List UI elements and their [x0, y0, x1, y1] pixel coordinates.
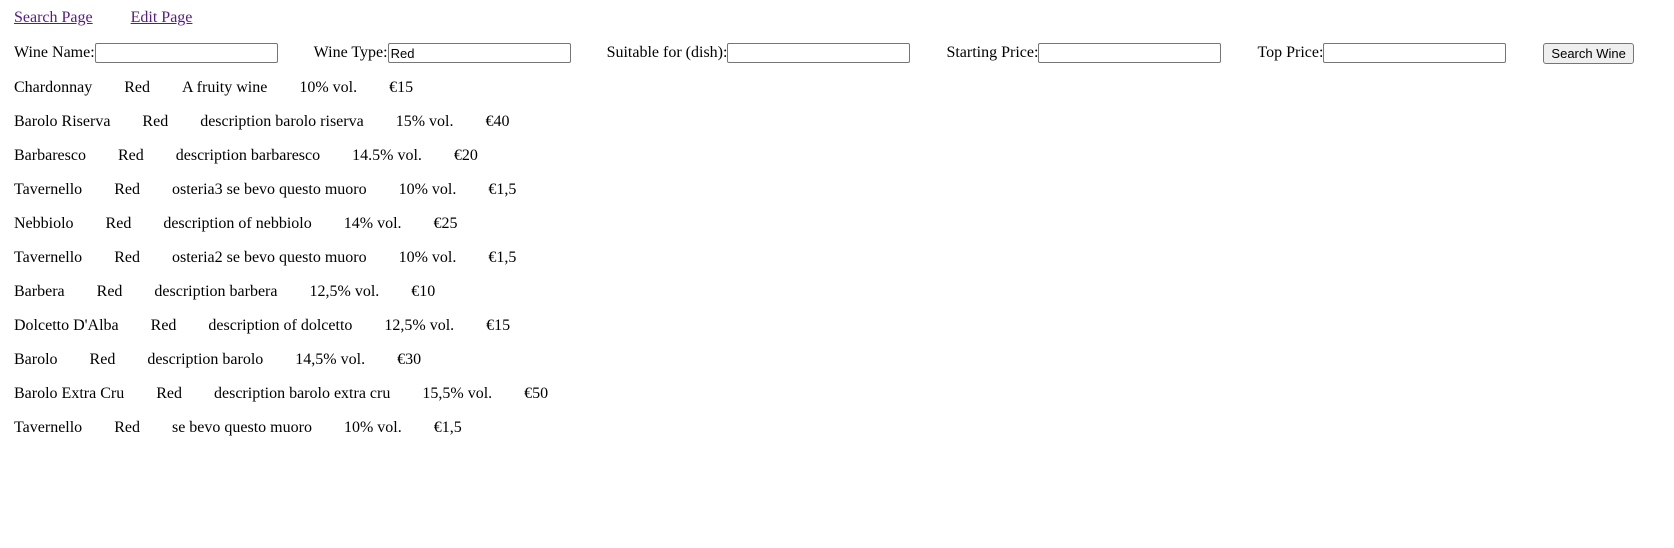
wine-price: €25 — [433, 215, 458, 232]
wine-abv: 12,5% vol. — [384, 317, 455, 334]
wine-price: €15 — [389, 79, 414, 96]
wine-name: Barbaresco — [14, 147, 86, 164]
wine-description: description of dolcetto — [208, 317, 353, 334]
wine-name: Barolo Extra Cru — [14, 385, 125, 402]
wine-name: Tavernello — [14, 181, 83, 198]
wine-price: €1,5 — [433, 419, 462, 436]
starting-price-input[interactable] — [1038, 43, 1222, 63]
wine-description: description barolo extra cru — [213, 385, 391, 402]
wine-type: Red — [105, 215, 132, 232]
wine-type: Red — [156, 385, 182, 402]
wine-type-label: Wine Type: — [313, 44, 388, 61]
wine-type: Red — [96, 283, 123, 300]
search-page-link[interactable]: Search Page — [14, 9, 93, 26]
wine-abv: 15% vol. — [395, 113, 454, 130]
list-item: Tavernello Red se bevo questo muoro 10% vol… — [14, 418, 580, 452]
wine-abv: 14.5% vol. — [352, 147, 422, 164]
list-item: Barbaresco Red description barbaresco 14.5%… — [14, 146, 580, 180]
wine-description: description barolo riserva — [200, 113, 364, 130]
wine-name-input[interactable] — [94, 43, 278, 63]
edit-page-link[interactable]: Edit Page — [131, 9, 193, 26]
wine-type-input[interactable] — [387, 43, 571, 63]
wine-description: description barbera — [154, 283, 278, 300]
wine-search-form: Wine Name: Wine Type: Suitable for (dish… — [14, 41, 1634, 65]
list-item: Nebbiolo Red description of nebbiolo 14% vo… — [14, 214, 580, 248]
dish-field: Suitable for (dish): — [607, 43, 911, 63]
wine-abv: 10% vol. — [343, 419, 402, 436]
list-item: Dolcetto D'Alba Red description of dolcett… — [14, 316, 580, 350]
wine-price: €30 — [397, 351, 422, 368]
top-price-field: Top Price: — [1257, 43, 1507, 63]
wine-type: Red — [114, 419, 140, 436]
wine-price: €20 — [453, 147, 478, 164]
wine-name-label: Wine Name: — [14, 44, 95, 61]
top-nav: Search Page Edit Page — [14, 8, 226, 28]
search-wine-button[interactable]: Search Wine — [1543, 42, 1634, 64]
wine-type: Red — [124, 79, 150, 96]
wine-price: €1,5 — [488, 181, 517, 198]
wine-type: Red — [117, 147, 144, 164]
wine-price: €50 — [524, 385, 549, 402]
dish-input[interactable] — [727, 43, 911, 63]
wine-results-list: Chardonnay Red A fruity wine 10% vol. €15 Ba… — [14, 78, 580, 452]
wine-description: description of nebbiolo — [163, 215, 312, 232]
wine-name-field: Wine Name: — [14, 43, 278, 63]
wine-description: osteria3 se bevo questo muoro — [171, 181, 367, 198]
wine-type: Red — [142, 113, 169, 130]
wine-name: Barbera — [14, 283, 65, 300]
wine-price: €40 — [485, 113, 510, 130]
wine-type: Red — [150, 317, 177, 334]
list-item: Barolo Red description barolo 14,5% vol. €30 — [14, 350, 580, 384]
wine-price: €10 — [411, 283, 436, 300]
wine-price: €1,5 — [488, 249, 517, 266]
wine-name: Tavernello — [14, 419, 83, 436]
wine-abv: 10% vol. — [398, 249, 457, 266]
wine-name: Barolo — [14, 351, 58, 368]
wine-abv: 10% vol. — [299, 79, 358, 96]
top-price-input[interactable] — [1323, 43, 1507, 63]
starting-price-field: Starting Price: — [946, 43, 1222, 63]
wine-abv: 14% vol. — [343, 215, 402, 232]
wine-name: Barolo Riserva — [14, 113, 111, 130]
wine-description: A fruity wine — [181, 79, 268, 96]
wine-abv: 12,5% vol. — [309, 283, 380, 300]
starting-price-label: Starting Price: — [946, 44, 1039, 61]
wine-description: se bevo questo muoro — [171, 419, 312, 436]
wine-abv: 10% vol. — [398, 181, 457, 198]
top-price-label: Top Price: — [1257, 44, 1324, 61]
wine-name: Tavernello — [14, 249, 83, 266]
wine-type: Red — [89, 351, 116, 368]
wine-type: Red — [114, 249, 140, 266]
wine-type-field: Wine Type: — [314, 43, 571, 63]
wine-description: description barbaresco — [175, 147, 321, 164]
list-item: Barolo Riserva Red description barolo rise… — [14, 112, 580, 146]
wine-abv: 15,5% vol. — [422, 385, 493, 402]
list-item: Tavernello Red osteria2 se bevo questo muo… — [14, 248, 580, 282]
list-item: Barbera Red description barbera 12,5% vol. €… — [14, 282, 580, 316]
wine-name: Dolcetto D'Alba — [14, 317, 119, 334]
wine-name: Nebbiolo — [14, 215, 74, 232]
wine-name: Chardonnay — [14, 79, 93, 96]
wine-type: Red — [114, 181, 140, 198]
dish-label: Suitable for (dish): — [606, 44, 728, 61]
list-item: Tavernello Red osteria3 se bevo questo muo… — [14, 180, 580, 214]
list-item: Barolo Extra Cru Red description barolo ex… — [14, 384, 580, 418]
list-item: Chardonnay Red A fruity wine 10% vol. €15 — [14, 78, 580, 112]
wine-abv: 14,5% vol. — [295, 351, 366, 368]
wine-price: €15 — [486, 317, 511, 334]
wine-description: description barolo — [147, 351, 264, 368]
wine-description: osteria2 se bevo questo muoro — [171, 249, 367, 266]
